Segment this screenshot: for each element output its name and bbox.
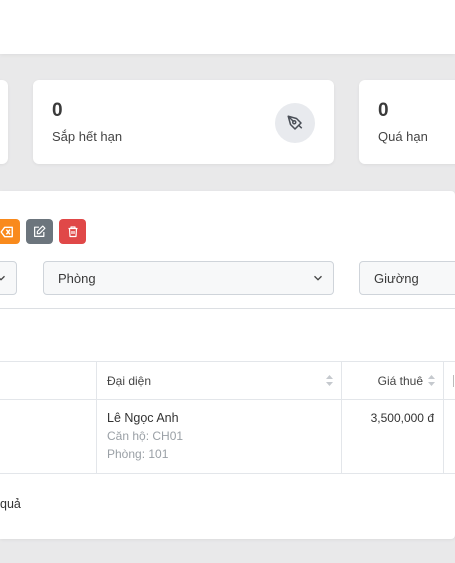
sort-icon — [326, 375, 333, 386]
sort-icon — [428, 375, 435, 386]
representative-name: Lê Ngọc Anh — [107, 411, 179, 425]
bed-select[interactable]: Giường — [359, 261, 455, 295]
room-select[interactable]: Phòng — [43, 261, 334, 295]
chevron-down-icon — [0, 275, 5, 281]
column-header-rent[interactable]: Giá thuê — [342, 361, 443, 400]
top-bar — [0, 0, 455, 54]
stat-card-partial — [0, 80, 8, 164]
stat-card-expiring: 0 Sắp hết hạn — [33, 80, 334, 164]
stat-label: Sắp hết hạn — [52, 129, 123, 144]
edit-icon — [34, 225, 46, 237]
stat-label: Quá hạn — [378, 129, 428, 144]
backspace-icon — [0, 226, 13, 237]
edit-button[interactable] — [26, 219, 53, 244]
room-select-value: Phòng — [58, 270, 96, 286]
delete-button[interactable] — [59, 219, 86, 244]
clear-button[interactable] — [0, 219, 20, 244]
bed-select-value: Giường — [374, 270, 419, 286]
stat-card-overdue: 0 Quá hạn — [359, 80, 455, 164]
pagination-info: quả — [0, 497, 21, 511]
rent-amount: 3,500,000 đ — [370, 411, 434, 425]
contracts-table: Đại diện Giá thuê Lê Ngọc Anh Căn hộ: CH… — [0, 361, 455, 474]
divider — [0, 308, 455, 309]
apartment-code: Căn hộ: CH01 — [107, 429, 184, 443]
pen-nib-icon — [275, 103, 315, 143]
chevron-down-icon — [314, 275, 322, 281]
room-number: Phòng: 101 — [107, 447, 169, 461]
filter-select-partial[interactable] — [0, 261, 17, 295]
column-header-stub — [453, 374, 454, 387]
table-border — [0, 473, 455, 474]
stat-value: 0 — [52, 100, 63, 121]
column-header-label: Đại diện — [107, 373, 152, 388]
column-header-representative[interactable]: Đại diện — [97, 361, 341, 400]
column-header-partial[interactable] — [444, 361, 455, 400]
trash-icon — [68, 226, 77, 238]
stat-value: 0 — [378, 100, 389, 121]
